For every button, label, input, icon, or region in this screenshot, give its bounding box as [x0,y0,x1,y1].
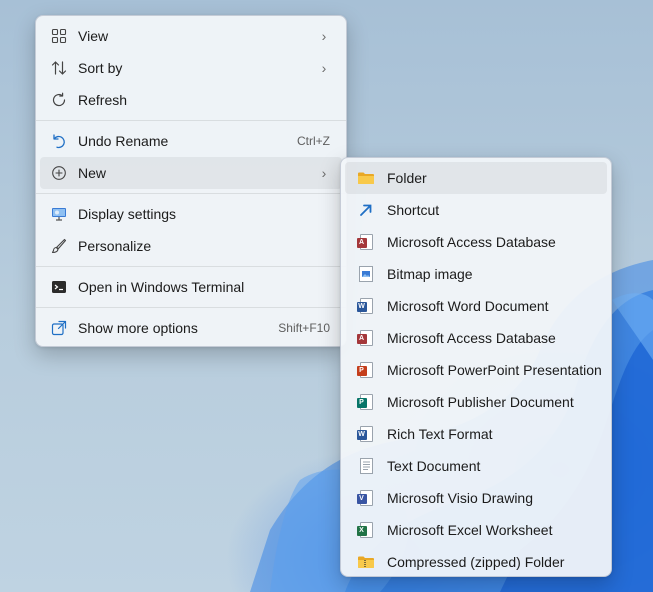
new-item-powerpoint[interactable]: P Microsoft PowerPoint Presentation [345,354,607,386]
more-options-icon [50,319,68,337]
menu-item-undo-rename[interactable]: Undo Rename Ctrl+Z [40,125,342,157]
menu-item-personalize[interactable]: Personalize [40,230,342,262]
menu-separator [36,266,346,267]
new-item-label: Rich Text Format [387,426,493,442]
new-item-label: Bitmap image [387,266,473,282]
menu-item-open-terminal[interactable]: Open in Windows Terminal [40,271,342,303]
folder-icon [357,169,375,187]
new-item-label: Microsoft Word Document [387,298,549,314]
chevron-right-icon: › [321,165,327,181]
new-item-bitmap-image[interactable]: Bitmap image [345,258,607,290]
terminal-icon [50,278,68,296]
new-item-shortcut[interactable]: Shortcut [345,194,607,226]
new-item-label: Compressed (zipped) Folder [387,554,565,570]
new-item-access-database[interactable]: A Microsoft Access Database [345,226,607,258]
menu-separator [36,120,346,121]
bitmap-icon [357,265,375,283]
grid-view-icon [50,27,68,45]
text-document-icon [357,457,375,475]
menu-item-label: Refresh [78,92,128,108]
excel-icon: X [356,521,375,539]
menu-item-new[interactable]: New › [40,157,342,189]
menu-item-show-more-options[interactable]: Show more options Shift+F10 [40,312,342,344]
menu-item-label: Open in Windows Terminal [78,279,245,295]
new-item-publisher[interactable]: P Microsoft Publisher Document [345,386,607,418]
desktop-context-menu: View › Sort by › Refresh Undo Rename Ctr… [35,15,347,347]
visio-icon: V [356,489,375,507]
access-icon: A [356,233,375,251]
menu-item-label: Sort by [78,60,123,76]
new-item-access-database-2[interactable]: A Microsoft Access Database [345,322,607,354]
menu-item-sort-by[interactable]: Sort by › [40,52,342,84]
chevron-right-icon: › [321,60,327,76]
new-item-text-document[interactable]: Text Document [345,450,607,482]
menu-item-label: Personalize [78,238,152,254]
menu-item-display-settings[interactable]: Display settings [40,198,342,230]
zip-folder-icon [357,553,375,571]
menu-item-refresh[interactable]: Refresh [40,84,342,116]
access-icon: A [356,329,375,347]
new-item-label: Microsoft Visio Drawing [387,490,534,506]
new-item-label: Microsoft Excel Worksheet [387,522,553,538]
menu-item-label: Display settings [78,206,177,222]
undo-icon [50,132,68,150]
new-item-folder[interactable]: Folder [345,162,607,194]
new-item-word-document[interactable]: W Microsoft Word Document [345,290,607,322]
menu-separator [36,193,346,194]
new-submenu: Folder Shortcut A Microsoft Access Datab… [340,157,612,577]
word-icon: W [356,297,375,315]
new-item-excel[interactable]: X Microsoft Excel Worksheet [345,514,607,546]
refresh-icon [50,91,68,109]
brush-icon [50,237,68,255]
menu-item-label: Undo Rename [78,133,169,149]
shortcut-text: Ctrl+Z [297,134,330,148]
display-settings-icon [50,205,68,223]
new-plus-icon [50,164,68,182]
shortcut-text: Shift+F10 [278,321,330,335]
menu-item-label: Show more options [78,320,198,336]
new-item-label: Microsoft Publisher Document [387,394,574,410]
new-item-rich-text[interactable]: W Rich Text Format [345,418,607,450]
new-item-label: Text Document [387,458,481,474]
new-item-label: Folder [387,170,427,186]
menu-item-label: New [78,165,107,181]
chevron-right-icon: › [321,28,327,44]
publisher-icon: P [356,393,375,411]
menu-item-view[interactable]: View › [40,20,342,52]
new-item-visio[interactable]: V Microsoft Visio Drawing [345,482,607,514]
shortcut-icon [357,201,375,219]
sort-icon [50,59,68,77]
new-item-zip-folder[interactable]: Compressed (zipped) Folder [345,546,607,578]
rich-text-icon: W [356,425,375,443]
new-item-label: Microsoft Access Database [387,330,556,346]
new-item-label: Microsoft Access Database [387,234,556,250]
menu-item-label: View [78,28,109,44]
powerpoint-icon: P [356,361,375,379]
menu-separator [36,307,346,308]
new-item-label: Shortcut [387,202,440,218]
new-item-label: Microsoft PowerPoint Presentation [387,362,602,378]
